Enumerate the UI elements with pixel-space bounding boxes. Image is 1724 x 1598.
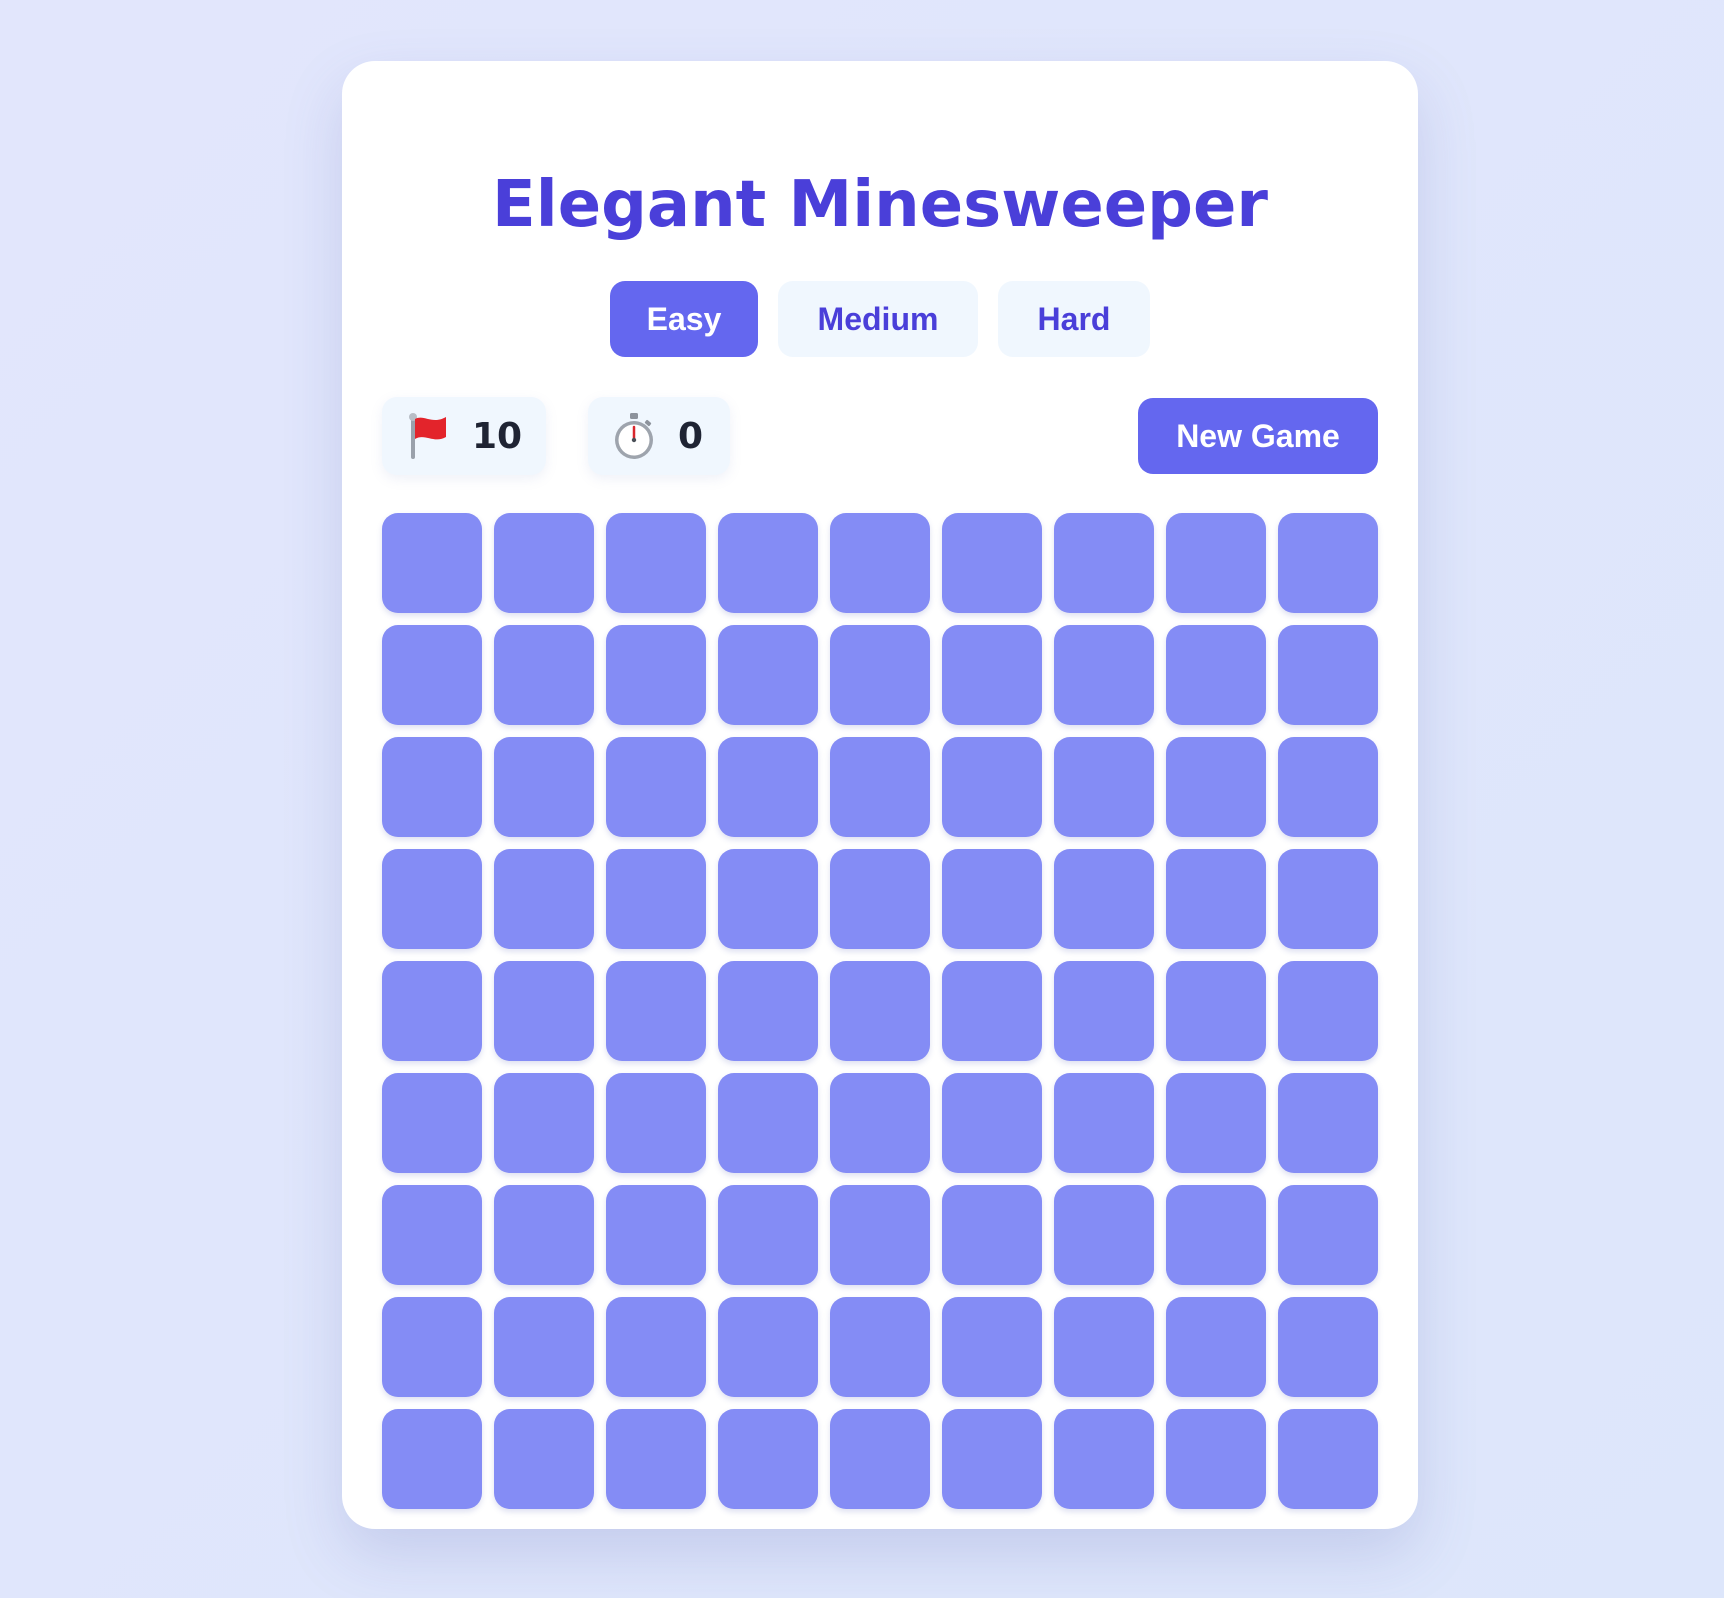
difficulty-selector: Easy Medium Hard <box>342 281 1418 357</box>
board-cell[interactable] <box>830 849 930 949</box>
difficulty-medium-button[interactable]: Medium <box>778 281 978 357</box>
board-cell[interactable] <box>942 849 1042 949</box>
board-cell[interactable] <box>382 513 482 613</box>
board-cell[interactable] <box>1278 1185 1378 1285</box>
board-cell[interactable] <box>1278 625 1378 725</box>
board-cell[interactable] <box>1054 625 1154 725</box>
stopwatch-icon <box>612 411 656 461</box>
board-cell[interactable] <box>718 1185 818 1285</box>
board-cell[interactable] <box>1166 625 1266 725</box>
board-cell[interactable] <box>606 1185 706 1285</box>
board-cell[interactable] <box>1054 849 1154 949</box>
board-cell[interactable] <box>718 1297 818 1397</box>
board-cell[interactable] <box>1054 1073 1154 1173</box>
board-cell[interactable] <box>1054 1297 1154 1397</box>
board-cell[interactable] <box>942 1073 1042 1173</box>
board-cell[interactable] <box>830 625 930 725</box>
board-cell[interactable] <box>1166 1185 1266 1285</box>
board-cell[interactable] <box>718 625 818 725</box>
board-cell[interactable] <box>942 737 1042 837</box>
timer-value: 0 <box>678 415 704 457</box>
board-cell[interactable] <box>718 1073 818 1173</box>
board-cell[interactable] <box>1278 1297 1378 1397</box>
board-cell[interactable] <box>1166 961 1266 1061</box>
board-cell[interactable] <box>718 1409 818 1509</box>
board-cell[interactable] <box>494 737 594 837</box>
game-card: Elegant Minesweeper Easy Medium Hard 10 <box>342 61 1418 1529</box>
board-cell[interactable] <box>1166 1073 1266 1173</box>
board-cell[interactable] <box>830 513 930 613</box>
red-flag-icon <box>406 411 450 461</box>
board-cell[interactable] <box>1054 1409 1154 1509</box>
board-cell[interactable] <box>382 961 482 1061</box>
board-cell[interactable] <box>1166 513 1266 613</box>
board-cell[interactable] <box>606 513 706 613</box>
board-cell[interactable] <box>942 625 1042 725</box>
board-cell[interactable] <box>1166 1409 1266 1509</box>
board-cell[interactable] <box>382 625 482 725</box>
board-cell[interactable] <box>1278 849 1378 949</box>
board-cell[interactable] <box>1278 961 1378 1061</box>
new-game-button[interactable]: New Game <box>1138 398 1378 474</box>
board-cell[interactable] <box>382 737 482 837</box>
board-cell[interactable] <box>494 1409 594 1509</box>
board-cell[interactable] <box>830 737 930 837</box>
board-cell[interactable] <box>718 961 818 1061</box>
board-cell[interactable] <box>830 1185 930 1285</box>
board-cell[interactable] <box>1166 1297 1266 1397</box>
board-cell[interactable] <box>1278 737 1378 837</box>
board-cell[interactable] <box>606 961 706 1061</box>
difficulty-easy-button[interactable]: Easy <box>610 281 758 357</box>
board-cell[interactable] <box>606 1297 706 1397</box>
board-cell[interactable] <box>1166 849 1266 949</box>
board-cell[interactable] <box>1054 1185 1154 1285</box>
board-cell[interactable] <box>382 1297 482 1397</box>
board-cell[interactable] <box>1054 513 1154 613</box>
board-cell[interactable] <box>718 737 818 837</box>
board-cell[interactable] <box>942 1297 1042 1397</box>
timer: 0 <box>588 397 730 475</box>
board-cell[interactable] <box>606 1073 706 1173</box>
board-cell[interactable] <box>606 849 706 949</box>
board-cell[interactable] <box>942 1185 1042 1285</box>
board-cell[interactable] <box>830 1073 930 1173</box>
board-cell[interactable] <box>494 625 594 725</box>
board-cell[interactable] <box>1278 513 1378 613</box>
board-cell[interactable] <box>1054 737 1154 837</box>
board-cell[interactable] <box>830 1297 930 1397</box>
board-cell[interactable] <box>494 1185 594 1285</box>
board-cell[interactable] <box>494 513 594 613</box>
board-cell[interactable] <box>494 1073 594 1173</box>
flag-counter: 10 <box>382 397 546 475</box>
board-cell[interactable] <box>942 961 1042 1061</box>
board-cell[interactable] <box>606 1409 706 1509</box>
minefield-grid <box>382 513 1378 1509</box>
board-cell[interactable] <box>1054 961 1154 1061</box>
board-cell[interactable] <box>494 849 594 949</box>
board-cell[interactable] <box>382 1409 482 1509</box>
board-cell[interactable] <box>382 1185 482 1285</box>
board-cell[interactable] <box>942 513 1042 613</box>
board-cell[interactable] <box>494 1297 594 1397</box>
board-cell[interactable] <box>1166 737 1266 837</box>
board-cell[interactable] <box>942 1409 1042 1509</box>
board-cell[interactable] <box>1278 1073 1378 1173</box>
board-cell[interactable] <box>606 625 706 725</box>
board-cell[interactable] <box>1278 1409 1378 1509</box>
board-cell[interactable] <box>830 961 930 1061</box>
flag-count: 10 <box>472 415 523 457</box>
board-cell[interactable] <box>382 1073 482 1173</box>
board-cell[interactable] <box>718 849 818 949</box>
board-cell[interactable] <box>830 1409 930 1509</box>
board-cell[interactable] <box>718 513 818 613</box>
board-cell[interactable] <box>494 961 594 1061</box>
board-cell[interactable] <box>382 849 482 949</box>
page-title: Elegant Minesweeper <box>492 168 1268 242</box>
board-cell[interactable] <box>606 737 706 837</box>
difficulty-hard-button[interactable]: Hard <box>998 281 1150 357</box>
